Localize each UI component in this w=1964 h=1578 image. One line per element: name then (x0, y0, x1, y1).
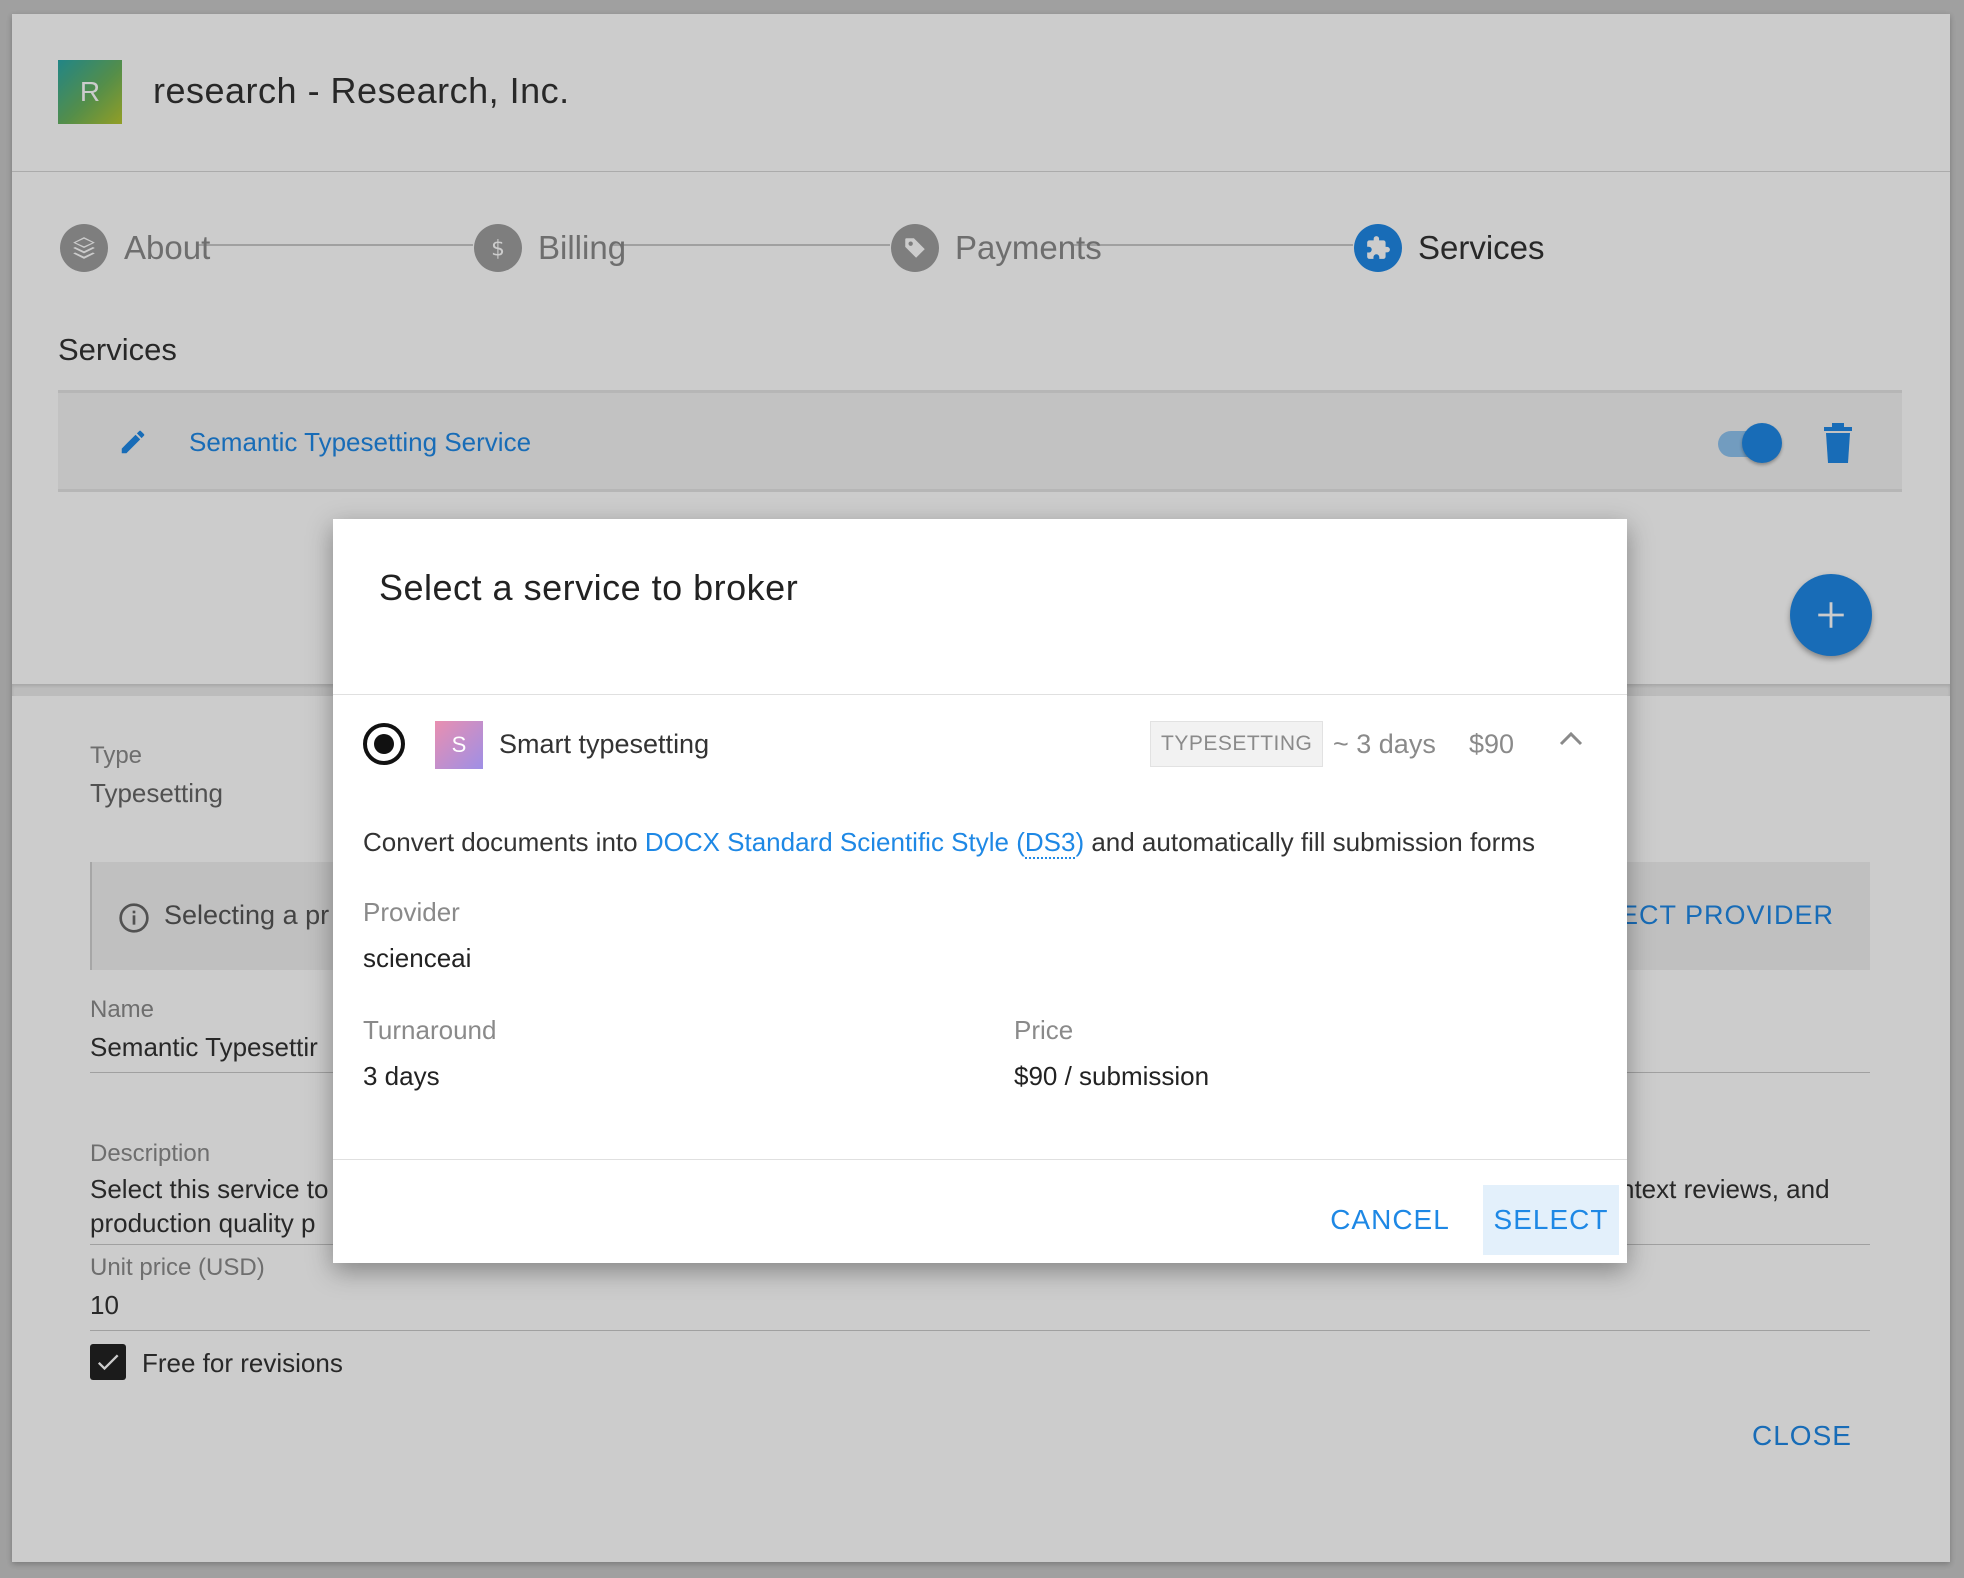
service-avatar: S (435, 721, 483, 769)
select-button[interactable]: SELECT (1483, 1185, 1619, 1255)
price-label: Price (1014, 1015, 1074, 1045)
service-description: Convert documents into DOCX Standard Sci… (363, 827, 1535, 859)
select-service-dialog: Select a service to broker S Smart types… (333, 519, 1627, 1263)
dialog-divider (333, 694, 1627, 695)
ds3-link-close: ) (1075, 827, 1085, 857)
service-turnaround-summary: ~ 3 days (1333, 729, 1436, 759)
ds3-link-text: DOCX Standard Scientific Style ( (644, 827, 1025, 857)
dialog-title: Select a service to broker (379, 567, 799, 608)
service-option-radio[interactable] (363, 723, 405, 765)
provider-label: Provider (363, 897, 460, 927)
ds3-abbreviation: DS3 (1024, 827, 1076, 859)
description-suffix: and automatically fill submission forms (1084, 827, 1535, 857)
turnaround-value: 3 days (363, 1061, 440, 1091)
radio-selected-dot (374, 734, 394, 754)
service-type-badge: TYPESETTING (1150, 721, 1324, 767)
description-prefix: Convert documents into (363, 827, 645, 857)
dialog-actions-divider (333, 1159, 1627, 1160)
chevron-up-icon[interactable] (1557, 729, 1585, 749)
service-option-name[interactable]: Smart typesetting (499, 729, 709, 760)
price-value: $90 / submission (1014, 1061, 1210, 1091)
cancel-button[interactable]: CANCEL (1325, 1185, 1455, 1255)
ds3-link[interactable]: DOCX Standard Scientific Style (DS3) (645, 827, 1084, 859)
turnaround-label: Turnaround (363, 1015, 497, 1045)
provider-value: scienceai (363, 943, 472, 973)
service-price-summary: $90 (1469, 729, 1515, 759)
